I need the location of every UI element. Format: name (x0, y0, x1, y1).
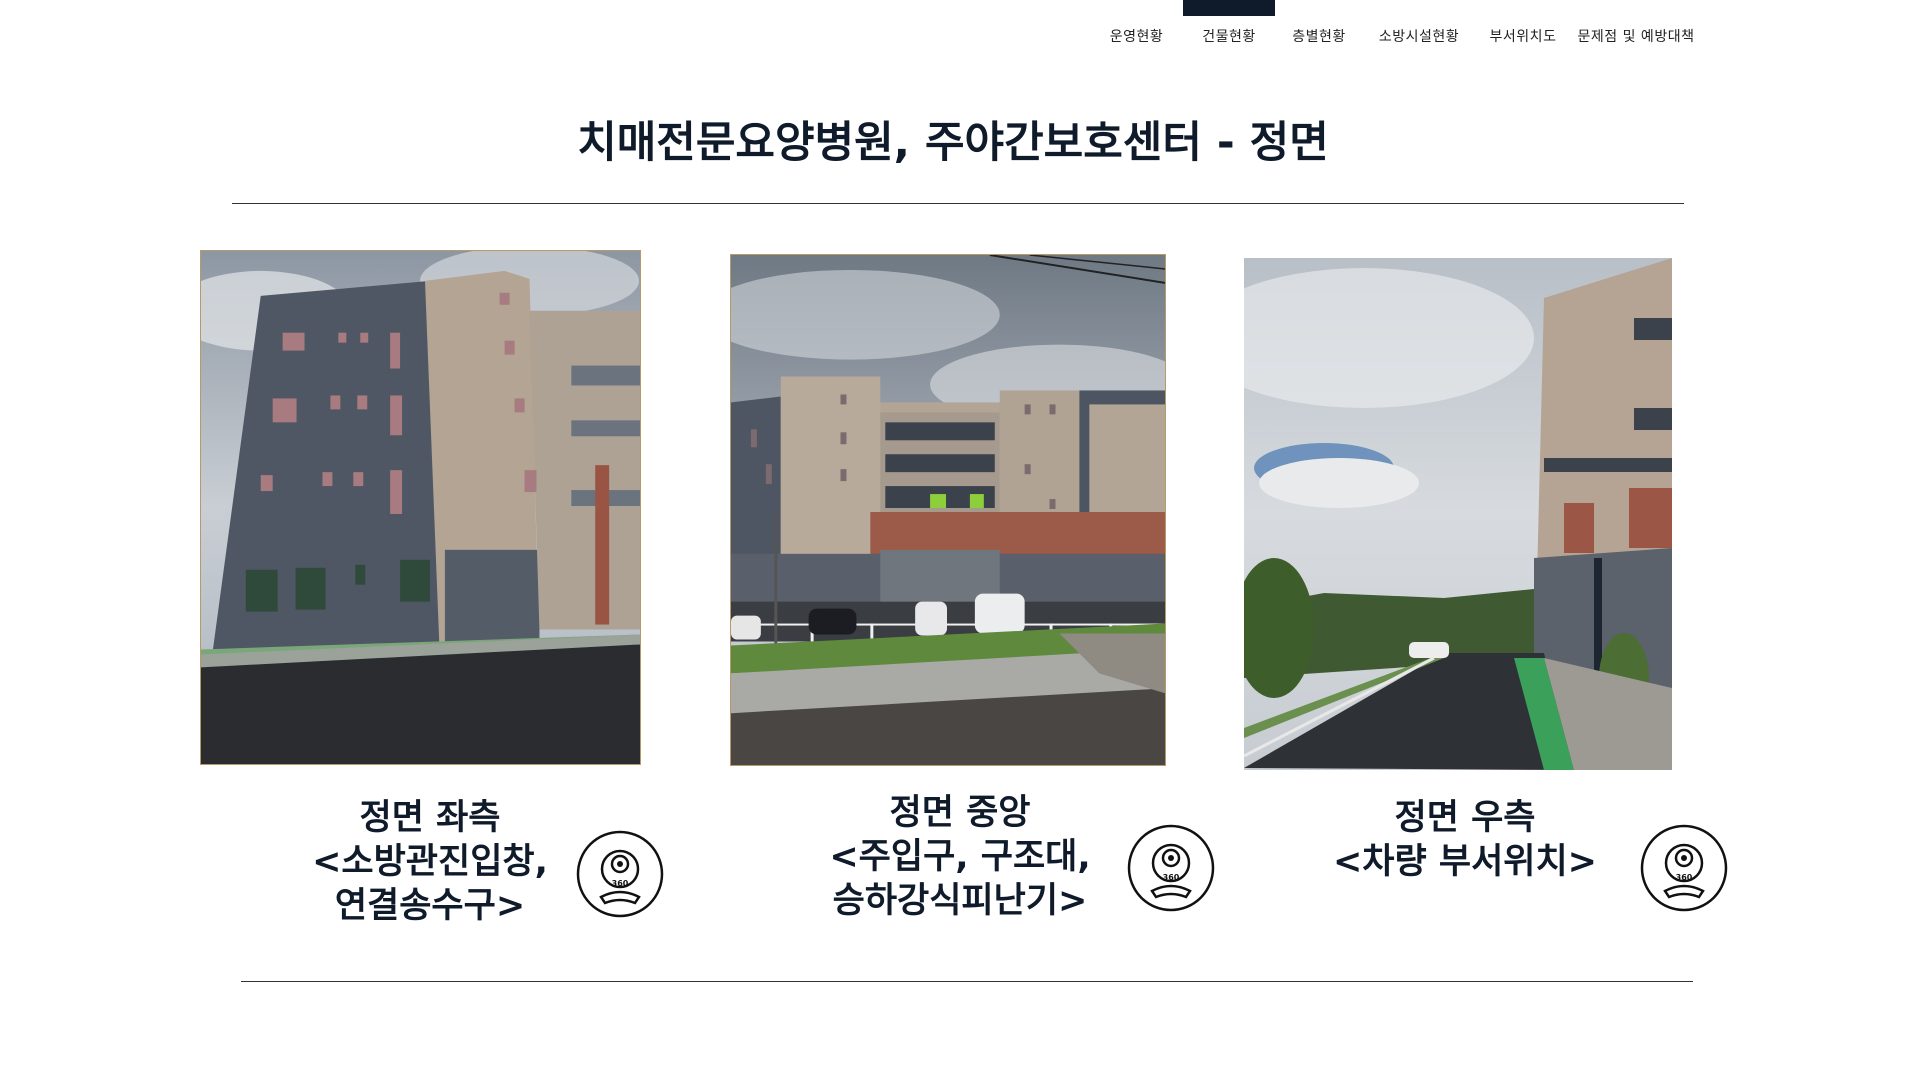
caption-line: <차량 부서위치> (1332, 842, 1598, 882)
caption-front-right: 정면 우측 <차량 부서위치> (1300, 796, 1630, 884)
nav-item-label: 부서위치도 (1489, 29, 1557, 45)
caption-front-center: 정면 중앙 <주입구, 구조대, 승하강식피난기> (790, 791, 1130, 923)
360-camera-icon[interactable]: 360 (1126, 823, 1216, 913)
icon-label: 360 (1163, 873, 1180, 882)
photo-front-right (1244, 258, 1672, 770)
nav-item-label: 운영현황 (1109, 29, 1164, 45)
photo-front-center (730, 254, 1166, 766)
nav-item-department-location[interactable]: 부서위치도 (1475, 0, 1571, 60)
caption-line: <주입구, 구조대, (829, 837, 1091, 877)
360-camera-icon[interactable]: 360 (1639, 823, 1729, 913)
caption-line: 연결송수구> (334, 886, 526, 926)
icon-label: 360 (612, 879, 629, 888)
caption-line: 정면 중앙 (889, 793, 1031, 833)
nav-item-fire-facility-status[interactable]: 소방시설현황 (1363, 0, 1475, 60)
nav-item-problems-prevention[interactable]: 문제점 및 예방대책 (1571, 0, 1701, 60)
nav-item-label: 소방시설현황 (1378, 29, 1460, 45)
top-nav: 운영현황 건물현황 층별현황 소방시설현황 부서위치도 문제점 및 예방대책 (1090, 0, 1701, 60)
360-camera-icon[interactable]: 360 (575, 829, 665, 919)
caption-front-left: 정면 좌측 <소방관진입창, 연결송수구> (270, 796, 590, 928)
nav-item-operation-status[interactable]: 운영현황 (1090, 0, 1183, 60)
divider-top (232, 203, 1684, 204)
nav-item-building-status[interactable]: 건물현황 (1183, 0, 1275, 60)
nav-item-floor-status[interactable]: 층별현황 (1275, 0, 1363, 60)
caption-line: <소방관진입창, (312, 842, 548, 882)
nav-item-label: 층별현황 (1292, 29, 1346, 45)
nav-item-label: 건물현황 (1202, 29, 1256, 45)
photo-front-left (200, 250, 641, 765)
page-title: 치매전문요양병원, 주야간보호센터 - 정면 (577, 118, 1329, 168)
nav-item-label: 문제점 및 예방대책 (1577, 29, 1695, 45)
divider-bottom (241, 981, 1693, 982)
caption-line: 정면 우측 (1394, 798, 1536, 838)
active-indicator (1183, 0, 1275, 16)
icon-label: 360 (1676, 873, 1693, 882)
caption-line: 승하강식피난기> (832, 881, 1088, 921)
caption-line: 정면 좌측 (359, 798, 501, 838)
